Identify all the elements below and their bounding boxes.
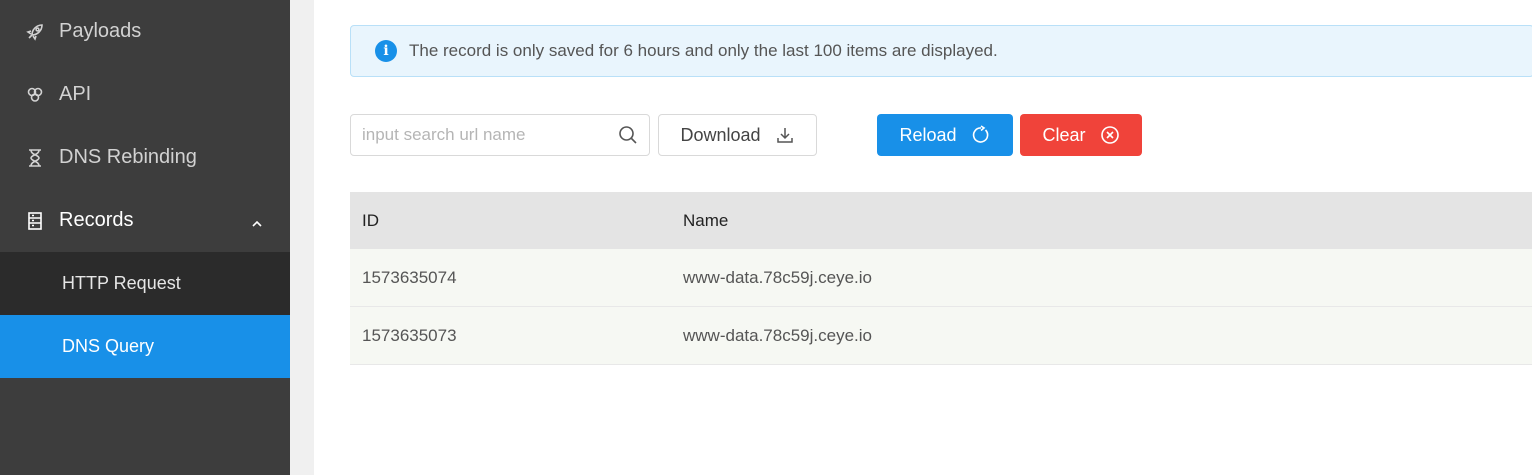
sidebar-item-payloads[interactable]: Payloads — [0, 0, 290, 63]
cell-name: www-data.78c59j.ceye.io — [683, 267, 872, 287]
sidebar-item-label: DNS Rebinding — [59, 146, 197, 168]
table-row[interactable]: 1573635073 www-data.78c59j.ceye.io — [350, 307, 1532, 365]
cell-id: 1573635074 — [362, 267, 457, 287]
sidebar-item-label: Records — [59, 209, 134, 231]
search-box — [350, 114, 650, 156]
search-icon[interactable] — [617, 124, 639, 146]
search-input[interactable] — [351, 115, 617, 155]
sidebar-item-records[interactable]: Records — [0, 189, 290, 252]
hourglass-icon — [24, 147, 46, 169]
main-content: i The record is only saved for 6 hours a… — [314, 0, 1532, 475]
cell-id: 1573635073 — [362, 325, 457, 345]
rocket-icon — [24, 21, 46, 43]
sidebar-item-dns-rebinding[interactable]: DNS Rebinding — [0, 126, 290, 189]
sidebar-subitem-dns-query[interactable]: DNS Query — [0, 315, 290, 378]
close-circle-icon — [1100, 125, 1120, 145]
content-gutter — [290, 0, 314, 475]
download-button[interactable]: Download — [658, 114, 817, 156]
sidebar-item-api[interactable]: API — [0, 63, 290, 126]
clear-button[interactable]: Clear — [1020, 114, 1142, 156]
download-button-label: Download — [680, 124, 761, 145]
sidebar: Payloads API DNS Rebinding Records HTTP … — [0, 0, 290, 475]
chevron-up-icon — [250, 214, 264, 228]
reload-button-label: Reload — [899, 124, 957, 145]
records-table: ID Name 1573635074 www-data.78c59j.ceye.… — [350, 192, 1532, 365]
sidebar-subitem-label: HTTP Request — [62, 273, 181, 293]
sidebar-item-label: API — [59, 83, 92, 105]
reload-icon — [971, 125, 991, 145]
sidebar-subitem-http-request[interactable]: HTTP Request — [0, 252, 290, 315]
table-row[interactable]: 1573635074 www-data.78c59j.ceye.io — [350, 249, 1532, 307]
column-header-name[interactable]: Name — [683, 211, 1532, 231]
cell-name: www-data.78c59j.ceye.io — [683, 325, 872, 345]
column-header-id[interactable]: ID — [350, 211, 683, 231]
records-icon — [24, 210, 46, 232]
reload-button[interactable]: Reload — [877, 114, 1013, 156]
records-submenu: HTTP Request DNS Query — [0, 252, 290, 378]
sidebar-item-label: Payloads — [59, 20, 142, 42]
alert-text: The record is only saved for 6 hours and… — [409, 41, 998, 60]
sidebar-subitem-label: DNS Query — [62, 336, 155, 356]
table-header: ID Name — [350, 192, 1532, 249]
api-icon — [24, 84, 46, 106]
download-icon — [775, 125, 795, 145]
info-icon: i — [375, 40, 397, 62]
clear-button-label: Clear — [1042, 124, 1086, 145]
info-alert: i The record is only saved for 6 hours a… — [350, 25, 1532, 77]
